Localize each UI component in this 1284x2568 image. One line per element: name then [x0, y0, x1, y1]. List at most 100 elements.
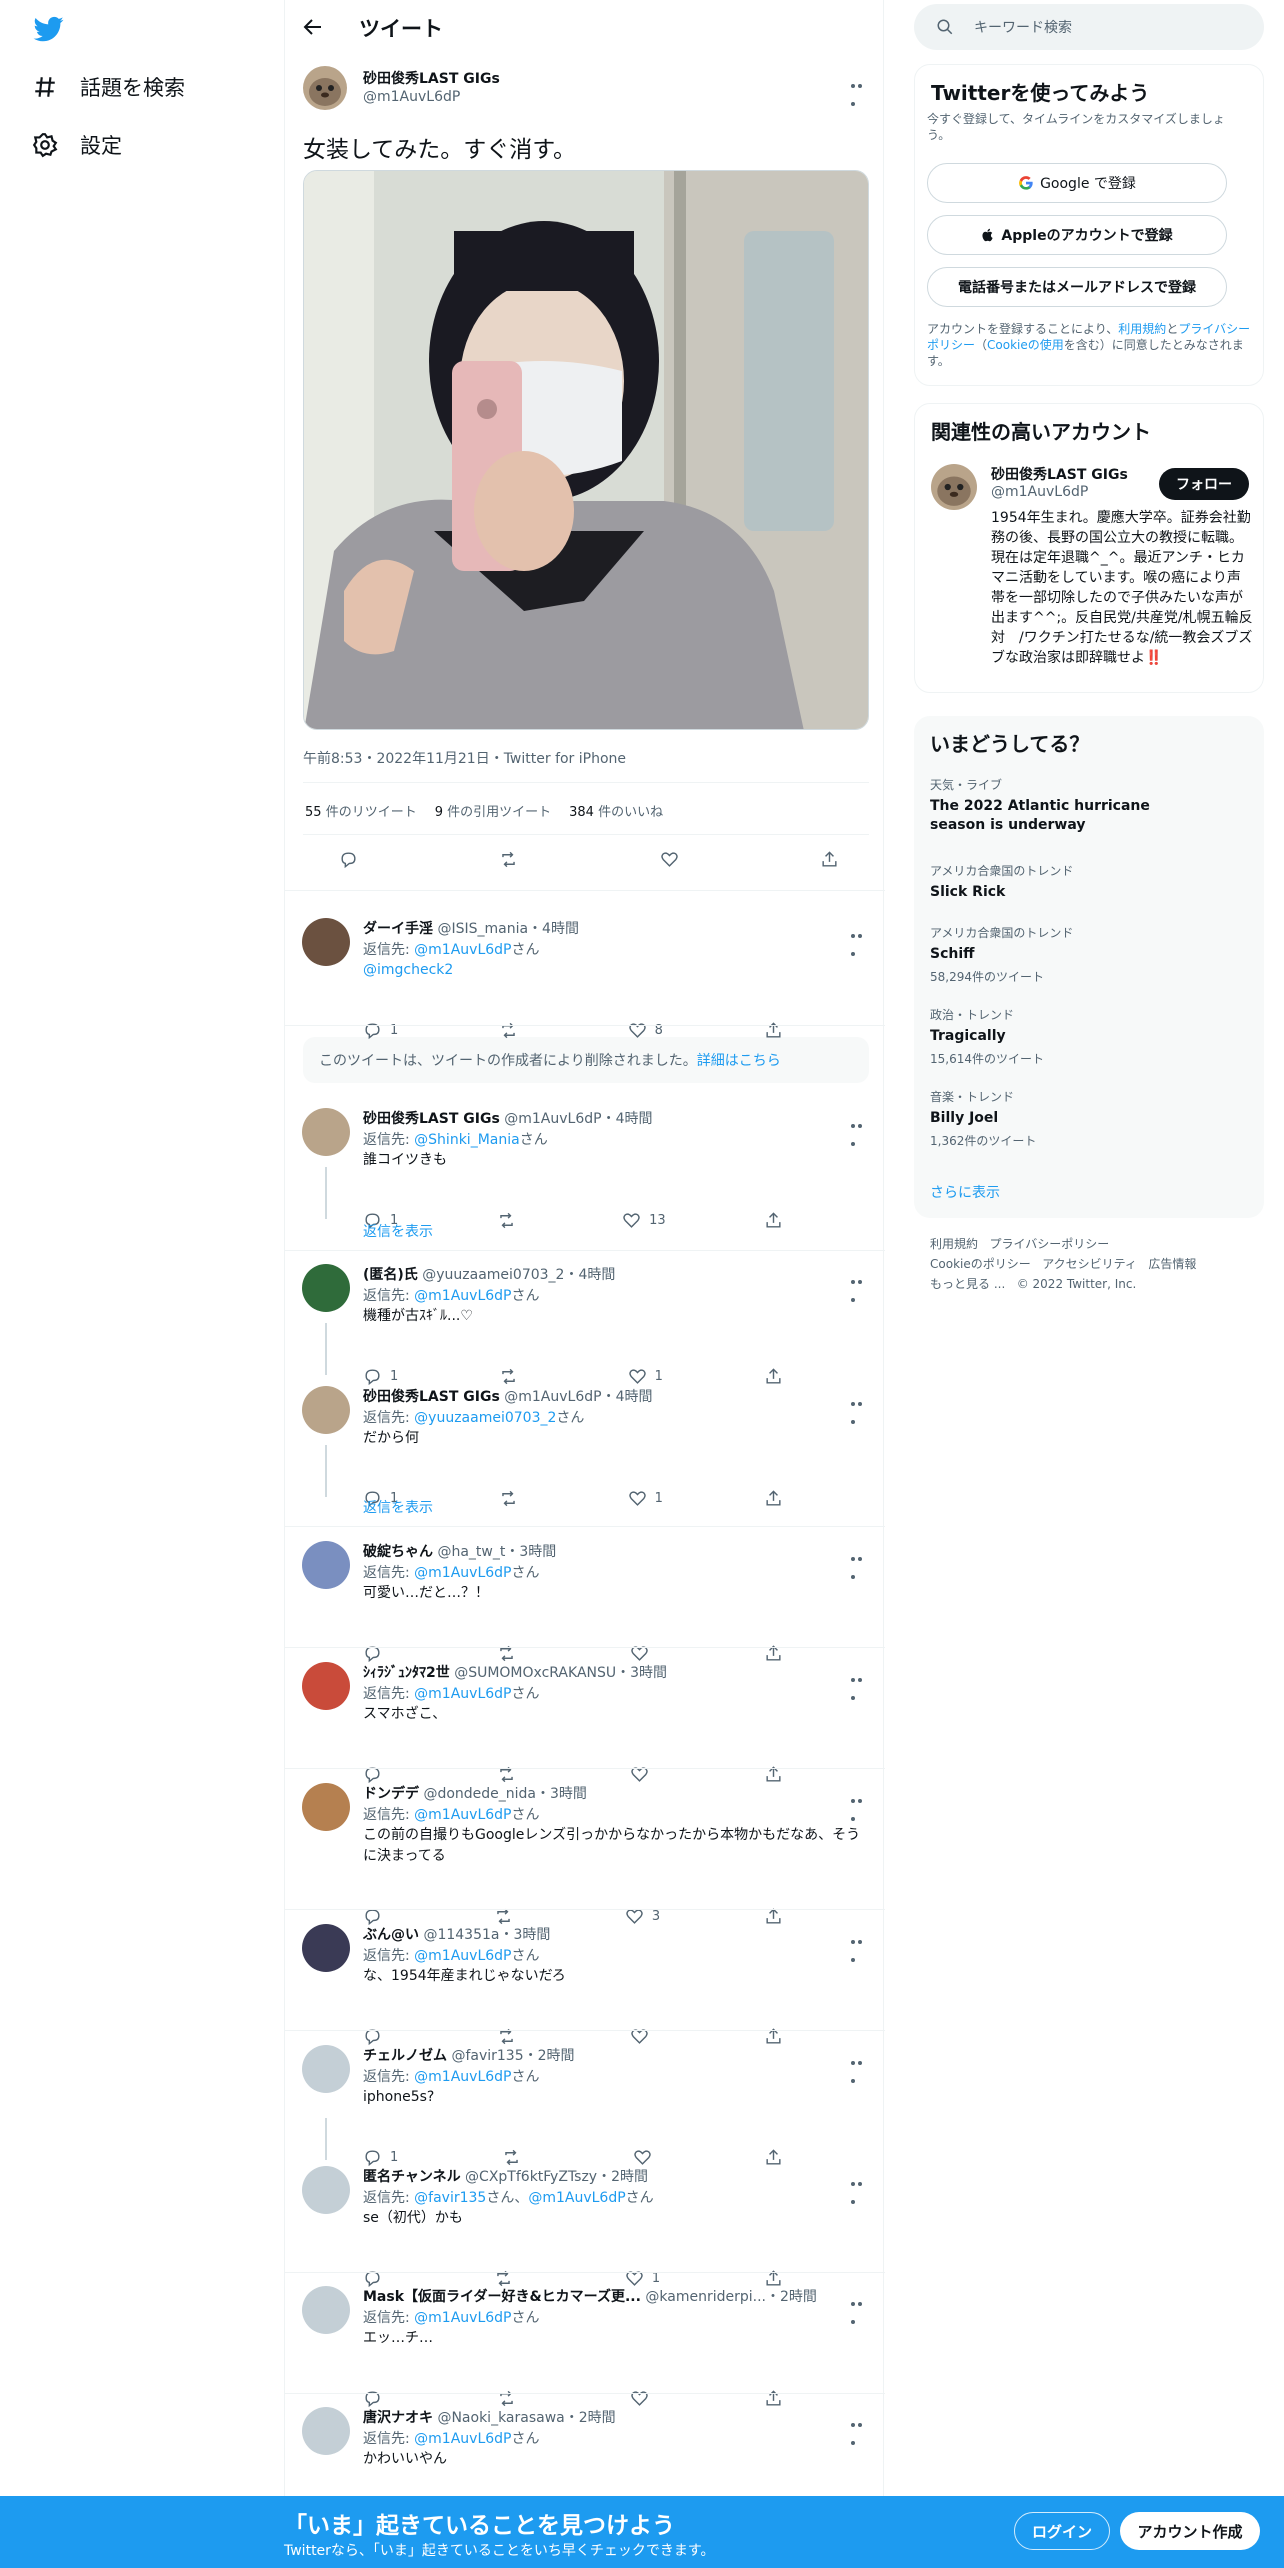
author-handle[interactable]: @m1AuvL6dP	[363, 89, 460, 105]
reply-button[interactable]: 1	[363, 1366, 398, 1386]
reply-button[interactable]	[339, 849, 358, 869]
share-button[interactable]	[764, 2026, 783, 2046]
reply-author-name[interactable]: 砂田俊秀LAST GIGs	[363, 1389, 500, 1405]
more-options-icon[interactable]	[851, 1547, 871, 1579]
reply-author-name[interactable]: ｼｨﾗｼﾞｭﾝﾀﾏ2世	[363, 1665, 450, 1681]
reply-author-handle[interactable]: @dondede_nida	[423, 1786, 536, 1802]
share-button[interactable]	[764, 2268, 783, 2288]
mention-link[interactable]: @m1AuvL6dP	[528, 2190, 625, 2206]
footer-privacy-link[interactable]: プライバシーポリシー	[989, 1237, 1109, 1251]
reply-time[interactable]: ・2時間	[524, 2048, 575, 2064]
reply-button[interactable]	[363, 2268, 390, 2288]
avatar[interactable]	[302, 1108, 350, 1156]
phone-email-signup-button[interactable]: 電話番号またはメールアドレスで登録	[927, 267, 1227, 307]
reply-time[interactable]: ・3時間	[536, 1786, 587, 1802]
reply-time[interactable]: ・4時間	[564, 1267, 615, 1283]
like-button[interactable]: 1	[625, 2268, 660, 2288]
mention-link[interactable]: @m1AuvL6dP	[414, 2431, 511, 2447]
login-button[interactable]: ログイン	[1014, 2512, 1110, 2550]
mention-link[interactable]: @m1AuvL6dP	[414, 2069, 511, 2085]
reply-author-name[interactable]: 匿名チャンネル	[363, 2169, 461, 2185]
like-button[interactable]: 1	[628, 1366, 663, 1386]
share-button[interactable]	[764, 2388, 783, 2408]
reply-author-handle[interactable]: @kamenriderpi...	[645, 2289, 766, 2305]
learn-more-link[interactable]: 詳細はこちら	[697, 1050, 781, 1070]
mention-link[interactable]: @m1AuvL6dP	[414, 1288, 511, 1304]
reply-button[interactable]: 1	[363, 1020, 398, 1040]
retweet-button[interactable]	[499, 1366, 526, 1386]
share-button[interactable]	[764, 1366, 783, 1386]
avatar[interactable]	[302, 2286, 350, 2334]
reply-button[interactable]	[363, 1643, 390, 1663]
google-signup-button[interactable]: Google で登録	[927, 163, 1227, 203]
more-options-icon[interactable]	[851, 74, 871, 106]
reply-author-name[interactable]: 砂田俊秀LAST GIGs	[363, 1111, 500, 1127]
like-button[interactable]	[633, 2147, 660, 2167]
reply-author-name[interactable]: Mask【仮面ライダー好き&ヒカマーズ更...	[363, 2289, 641, 2305]
retweet-button[interactable]	[497, 2388, 524, 2408]
trend-item[interactable]: アメリカ合衆国のトレンド Schiff 58,294件のツイート	[930, 924, 1180, 985]
trend-item[interactable]: アメリカ合衆国のトレンド Slick Rick	[930, 862, 1180, 902]
reply-time[interactable]: ・4時間	[602, 1389, 653, 1405]
footer-terms-link[interactable]: 利用規約	[930, 1237, 978, 1251]
reply-author-handle[interactable]: @SUMOMOxcRAKANSU	[454, 1665, 616, 1681]
footer-cookie-link[interactable]: Cookieのポリシー	[930, 1257, 1031, 1271]
reply-time[interactable]: ・4時間	[602, 1111, 653, 1127]
retweet-button[interactable]	[497, 1643, 524, 1663]
avatar[interactable]	[303, 66, 347, 110]
more-options-icon[interactable]	[851, 1270, 871, 1302]
reply-time[interactable]: ・3時間	[616, 1665, 667, 1681]
mention-link[interactable]: @m1AuvL6dP	[414, 1807, 511, 1823]
share-button[interactable]	[764, 1643, 783, 1663]
reply-time[interactable]: ・2時間	[597, 2169, 648, 2185]
avatar[interactable]	[302, 1924, 350, 1972]
reply-author-name[interactable]: 破綻ちゃん	[363, 1544, 433, 1560]
retweet-button[interactable]	[497, 1210, 524, 1230]
reply-author-handle[interactable]: @114351a	[423, 1927, 499, 1943]
mention-link[interactable]: @m1AuvL6dP	[414, 1948, 511, 1964]
show-more-link[interactable]: さらに表示	[930, 1182, 1000, 1202]
more-options-icon[interactable]	[851, 2413, 871, 2445]
reply-author-handle[interactable]: @m1AuvL6dP	[504, 1389, 601, 1405]
retweet-button[interactable]	[497, 2026, 524, 2046]
avatar[interactable]	[302, 1783, 350, 1831]
nav-explore[interactable]: 話題を検索	[32, 72, 185, 102]
like-button[interactable]	[630, 2388, 657, 2408]
reply-author-name[interactable]: チェルノゼム	[363, 2048, 447, 2064]
share-button[interactable]	[764, 1488, 783, 1508]
reply-author-handle[interactable]: @ha_tw_t	[437, 1544, 505, 1560]
avatar[interactable]	[302, 1541, 350, 1589]
reply-button[interactable]: 1	[363, 2147, 398, 2167]
nav-settings[interactable]: 設定	[32, 130, 122, 160]
like-button[interactable]: 1	[628, 1488, 663, 1508]
follow-button[interactable]: フォロー	[1159, 468, 1249, 500]
footer-ads-link[interactable]: 広告情報	[1148, 1257, 1196, 1271]
tweet-photo[interactable]	[303, 170, 869, 730]
mention-link[interactable]: @favir135	[414, 2190, 486, 2206]
more-options-icon[interactable]	[851, 2051, 871, 2083]
more-options-icon[interactable]	[851, 1114, 871, 1146]
trend-item[interactable]: 天気・ライブ The 2022 Atlantic hurricane season…	[930, 776, 1180, 835]
share-button[interactable]	[764, 2147, 783, 2167]
twitter-logo-icon[interactable]	[32, 14, 66, 44]
share-button[interactable]	[764, 1020, 783, 1040]
more-options-icon[interactable]	[851, 1789, 871, 1821]
like-button[interactable]: 8	[628, 1020, 663, 1040]
author-name[interactable]: 砂田俊秀LAST GIGs	[363, 68, 500, 88]
related-account-handle[interactable]: @m1AuvL6dP	[991, 484, 1088, 500]
back-arrow-icon[interactable]	[301, 15, 325, 39]
retweet-button[interactable]	[499, 1488, 526, 1508]
mention-link[interactable]: @m1AuvL6dP	[414, 942, 511, 958]
avatar[interactable]	[302, 1386, 350, 1434]
share-button[interactable]	[764, 1764, 783, 1784]
reply-author-handle[interactable]: @m1AuvL6dP	[504, 1111, 601, 1127]
avatar[interactable]	[302, 1662, 350, 1710]
avatar[interactable]	[302, 2407, 350, 2455]
retweet-button[interactable]	[494, 2268, 521, 2288]
like-button[interactable]	[660, 849, 679, 869]
retweet-stat[interactable]: 55 件のリツイート	[305, 801, 417, 820]
reply-author-name[interactable]: (匿名)氏	[363, 1267, 418, 1283]
terms-link[interactable]: 利用規約	[1118, 322, 1166, 336]
reply-author-handle[interactable]: @favir135	[451, 2048, 523, 2064]
reply-author-name[interactable]: ダーイ手淫	[363, 921, 433, 937]
